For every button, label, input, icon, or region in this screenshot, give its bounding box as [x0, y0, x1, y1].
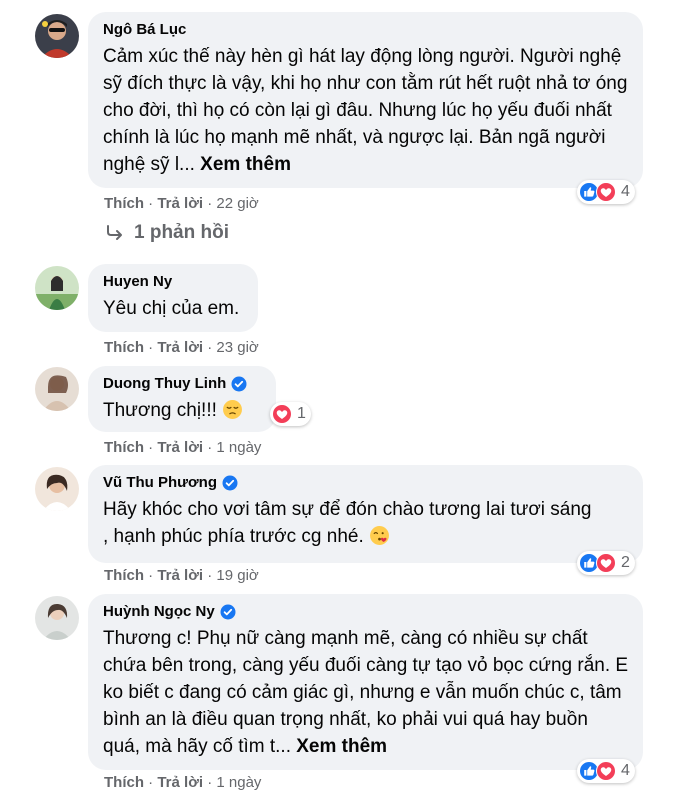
reaction-count: 1: [297, 405, 306, 422]
timestamp[interactable]: 19 giờ: [216, 567, 258, 584]
comment-actions: Thích · Trả lời · 1 ngày: [104, 774, 262, 791]
reply-action[interactable]: Trả lời: [157, 195, 203, 212]
love-icon: [272, 404, 292, 424]
comment-text: Hãy khóc cho vơi tâm sự để đón chào tươn…: [103, 499, 592, 547]
comment-text: Thương c! Phụ nữ càng mạnh mẽ, càng có n…: [103, 628, 629, 757]
reply-arrow-icon: [107, 225, 122, 240]
avatar[interactable]: [35, 467, 79, 511]
reply-action[interactable]: Trả lời: [157, 567, 203, 584]
reaction-count: 2: [621, 554, 630, 571]
author-name[interactable]: Vũ Thu Phương: [103, 473, 629, 493]
reaction-summary[interactable]: 4: [577, 180, 635, 204]
face-blowing-kiss-emoji: [370, 526, 389, 545]
like-action[interactable]: Thích: [104, 567, 144, 584]
comment-bubble: Duong Thuy Linh Thương chị!!!: [88, 366, 276, 432]
reaction-summary[interactable]: 1: [270, 402, 311, 426]
comment-text: Yêu chị của em.: [103, 298, 240, 319]
comment-bubble: Huỳnh Ngọc Ny Thương c! Phụ nữ càng mạnh…: [88, 594, 643, 770]
comment-actions: Thích · Trả lời · 1 ngày: [104, 439, 262, 456]
comment-actions: Thích · Trả lời · 23 giờ: [104, 339, 259, 356]
reaction-count: 4: [621, 183, 630, 200]
verified-badge-icon: [231, 376, 247, 392]
timestamp[interactable]: 23 giờ: [216, 339, 258, 356]
author-name[interactable]: Ngô Bá Lục: [103, 20, 629, 40]
like-action[interactable]: Thích: [104, 195, 144, 212]
comment-bubble: Ngô Bá Lục Cảm xúc thế này hèn gì hát la…: [88, 12, 643, 188]
avatar[interactable]: [35, 596, 79, 640]
reply-action[interactable]: Trả lời: [157, 774, 203, 791]
comment-actions: Thích · Trả lời · 19 giờ: [104, 567, 259, 584]
timestamp[interactable]: 1 ngày: [216, 774, 261, 791]
comment-text: Thương chị!!!: [103, 397, 262, 424]
like-action[interactable]: Thích: [104, 439, 144, 456]
avatar[interactable]: [35, 367, 79, 411]
love-icon: [596, 553, 616, 573]
love-icon: [596, 182, 616, 202]
reply-action[interactable]: Trả lời: [157, 339, 203, 356]
verified-badge-icon: [220, 604, 236, 620]
reply-action[interactable]: Trả lời: [157, 439, 203, 456]
like-action[interactable]: Thích: [104, 339, 144, 356]
view-replies-link[interactable]: 1 phản hồi: [105, 222, 229, 244]
comment-text: Cảm xúc thế này hèn gì hát lay động lòng…: [103, 46, 628, 175]
avatar[interactable]: [35, 14, 79, 58]
like-action[interactable]: Thích: [104, 774, 144, 791]
author-name[interactable]: Duong Thuy Linh: [103, 374, 262, 394]
author-name[interactable]: Huyen Ny: [103, 272, 244, 292]
see-more-link[interactable]: Xem thêm: [200, 154, 291, 175]
comment-bubble: Huyen Ny Yêu chị của em.: [88, 264, 258, 332]
avatar[interactable]: [35, 266, 79, 310]
see-more-link[interactable]: Xem thêm: [296, 736, 387, 757]
love-icon: [596, 761, 616, 781]
reaction-count: 4: [621, 762, 630, 779]
pensive-face-emoji: [223, 400, 243, 419]
author-name[interactable]: Huỳnh Ngọc Ny: [103, 602, 629, 622]
timestamp[interactable]: 22 giờ: [216, 195, 258, 212]
reaction-summary[interactable]: 2: [577, 551, 635, 575]
comment-bubble: Vũ Thu Phương Hãy khóc cho vơi tâm sự để…: [88, 465, 643, 563]
reaction-summary[interactable]: 4: [577, 759, 635, 783]
timestamp[interactable]: 1 ngày: [216, 439, 261, 456]
verified-badge-icon: [222, 475, 238, 491]
comment-actions: Thích · Trả lời · 22 giờ: [104, 195, 259, 212]
